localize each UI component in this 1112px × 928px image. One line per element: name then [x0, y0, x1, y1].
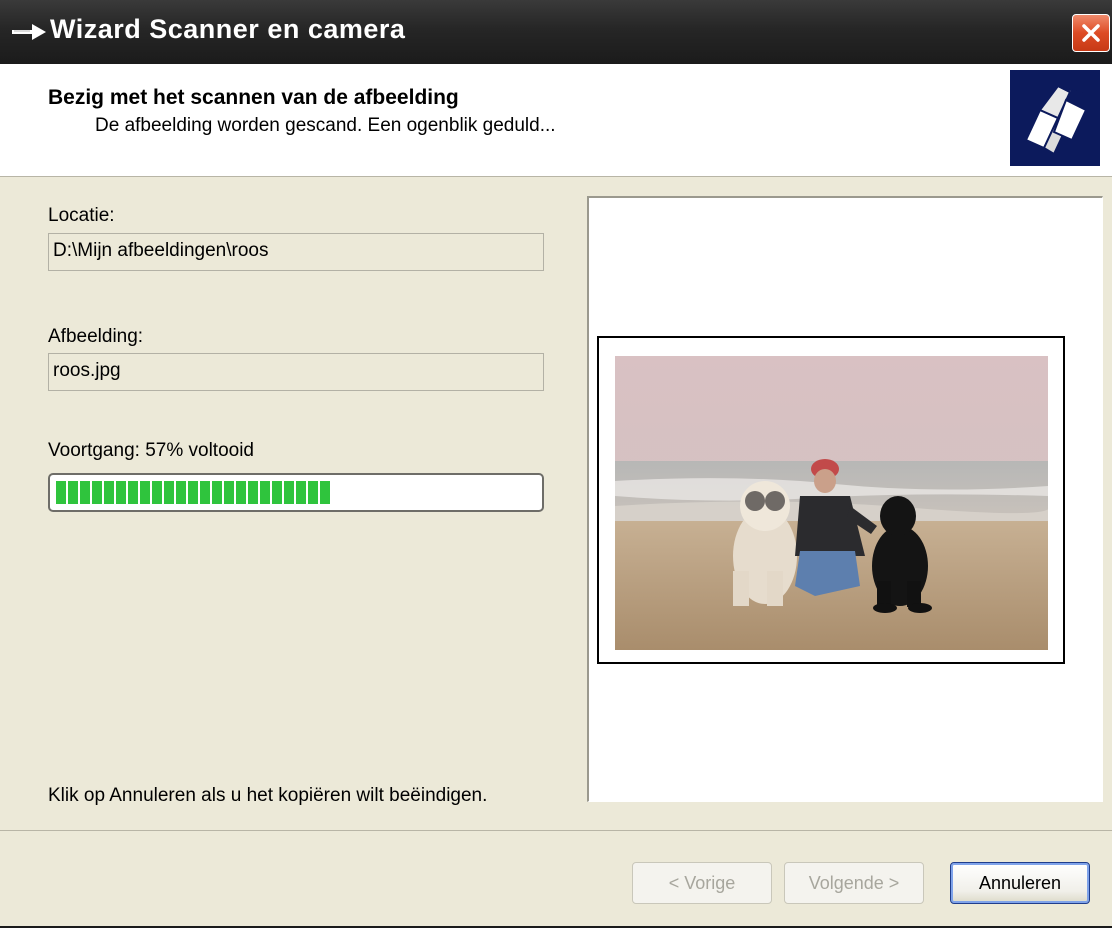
- wizard-footer: [0, 833, 1112, 928]
- back-button[interactable]: < Vorige: [632, 862, 772, 904]
- title-bar: Wizard Scanner en camera: [0, 0, 1112, 64]
- image-field: roos.jpg: [48, 353, 544, 391]
- progress-bar: [48, 473, 544, 512]
- cancel-button[interactable]: Annuleren: [950, 862, 1090, 904]
- page-title: Bezig met het scannen van de afbeelding: [48, 86, 459, 109]
- wizard-logo-icon: [1010, 70, 1100, 166]
- progress-label: Voortgang: 57% voltooid: [48, 440, 254, 461]
- location-label: Locatie:: [48, 205, 115, 226]
- close-button[interactable]: [1072, 14, 1110, 52]
- cancel-hint: Klik op Annuleren als u het kopiëren wil…: [48, 785, 488, 806]
- page-subtitle: De afbeelding worden gescand. Een ogenbl…: [95, 115, 556, 136]
- scanned-photo: [615, 356, 1050, 650]
- location-field: D:\Mijn afbeeldingen\roos: [48, 233, 544, 271]
- progress-fill: [56, 481, 330, 504]
- image-label: Afbeelding:: [48, 326, 144, 347]
- close-icon: [1082, 24, 1100, 42]
- window-title: Wizard Scanner en camera: [50, 14, 406, 44]
- next-button[interactable]: Volgende >: [784, 862, 924, 904]
- wizard-header: Bezig met het scannen van de afbeelding …: [0, 64, 1112, 177]
- scanner-arrow-icon: [10, 20, 50, 44]
